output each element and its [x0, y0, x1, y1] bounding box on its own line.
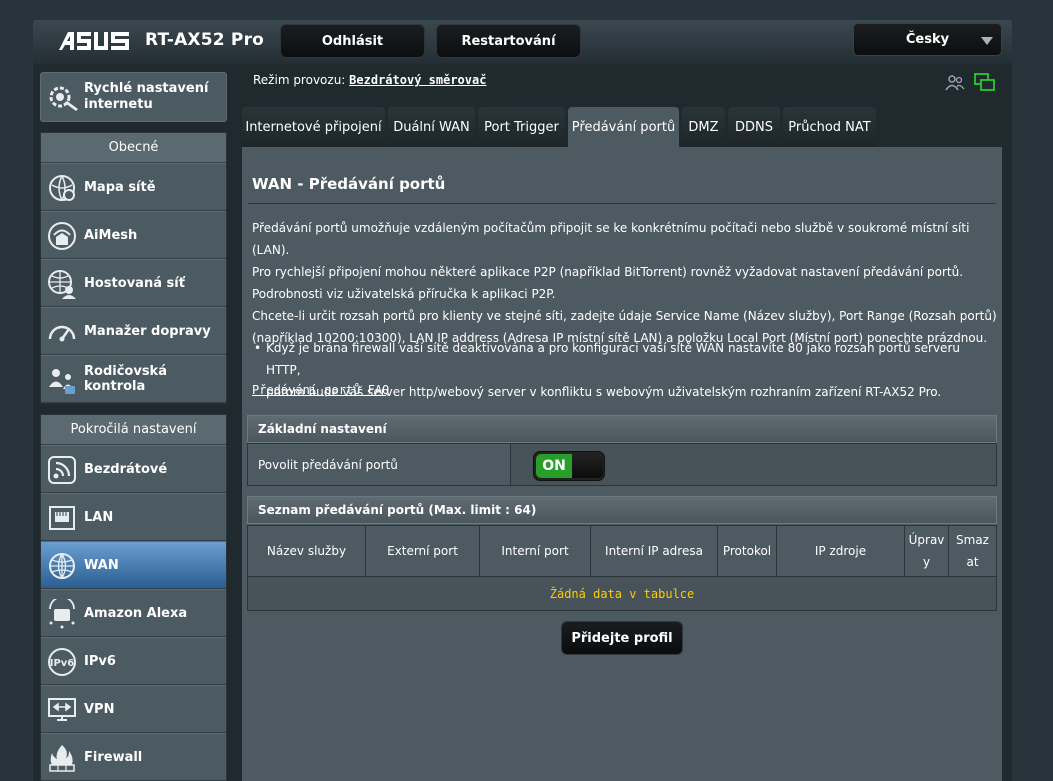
col-protocol: Protokol	[718, 526, 777, 576]
tab-port-forwarding[interactable]: Předávání portů	[568, 107, 679, 148]
description-line: Podrobnosti viz uživatelská příručka k a…	[252, 287, 556, 301]
network-map-icon	[49, 175, 75, 201]
port-forwarding-list-header: Seznam předávání portů (Max. limit : 64)	[247, 496, 997, 524]
aimesh-icon	[48, 222, 76, 250]
toggle-on-label: ON	[536, 454, 572, 478]
tab-dmz[interactable]: DMZ	[682, 107, 725, 148]
description: Předávání portů umožňuje vzdáleným počít…	[252, 217, 997, 349]
quick-setup-label: Rychlé nastavení internetu	[84, 81, 209, 112]
port-forwarding-toggle[interactable]: ON	[533, 451, 605, 481]
sidebar-item-parental-control[interactable]: Rodičovská kontrola	[41, 355, 226, 403]
faq-link[interactable]: Předávání portů FAQ	[252, 383, 389, 397]
sidebar-item-label: VPN	[84, 701, 115, 717]
sidebar-item-label: Hostovaná síť	[84, 275, 185, 291]
tab-internet-connection[interactable]: Internetové připojení	[242, 107, 385, 148]
toggle-knob	[572, 454, 603, 478]
sidebar-advanced: Pokročilá nastavení Bezdrátové LAN WAN A…	[40, 414, 227, 781]
guest-network-icon	[48, 270, 76, 299]
sidebar-item-vpn[interactable]: VPN	[41, 685, 226, 733]
col-edit: Úprav y	[905, 526, 949, 576]
page-title: WAN - Předávání portů	[252, 175, 446, 193]
sidebar-item-label: IPv6	[84, 653, 116, 669]
sidebar-item-label: Manažer dopravy	[84, 323, 211, 339]
quick-setup-button[interactable]: Rychlé nastavení internetu	[40, 72, 227, 122]
sidebar-item-label: Amazon Alexa	[84, 605, 188, 621]
sidebar-item-label: Rodičovská kontrola	[84, 364, 167, 394]
sidebar-general-title: Obecné	[41, 133, 226, 163]
sidebar-item-label: Bezdrátové	[84, 461, 168, 477]
clients-icon[interactable]	[945, 73, 965, 93]
wireless-icon	[48, 456, 76, 484]
bullet-dot: •	[254, 341, 262, 355]
sidebar-item-label: AiMesh	[84, 227, 138, 243]
firewall-icon	[49, 745, 75, 772]
vpn-icon	[48, 698, 76, 721]
enable-port-forwarding-label: Povolit předávání portů	[248, 444, 511, 485]
lan-icon	[49, 506, 75, 530]
alexa-icon	[49, 599, 75, 629]
sidebar-item-firewall[interactable]: Firewall	[41, 733, 226, 781]
quick-setup-icon	[49, 86, 78, 111]
sidebar-item-traffic-manager[interactable]: Manažer dopravy	[41, 307, 226, 355]
status-icons	[945, 73, 995, 93]
tab-dual-wan[interactable]: Duální WAN	[388, 107, 475, 148]
sidebar-item-wan[interactable]: WAN	[41, 541, 226, 589]
wan-globe-icon	[49, 553, 75, 579]
title-divider	[248, 203, 996, 204]
tab-ddns[interactable]: DDNS	[728, 107, 780, 148]
operation-mode-label: Režim provozu:	[253, 73, 346, 87]
operation-mode: Režim provozu: Bezdrátový směrovač	[253, 73, 486, 87]
warning-line: Když je brána firewall vaší sítě deaktiv…	[266, 341, 960, 377]
language-select[interactable]: Česky	[853, 23, 1002, 56]
port-forwarding-table-header: Název služby Externí port Interní port I…	[247, 525, 997, 577]
internet-status-icon[interactable]	[974, 73, 996, 93]
logout-button[interactable]: Odhlásit	[280, 24, 425, 58]
enable-port-forwarding-row: Povolit předávání portů ON	[247, 443, 997, 486]
sidebar-item-aimesh[interactable]: AiMesh	[41, 211, 226, 259]
col-internal-port: Interní port	[480, 526, 591, 576]
empty-table-message: Žádná data v tabulce	[247, 577, 997, 611]
basic-settings-header: Základní nastavení	[247, 415, 997, 443]
asus-logo	[59, 32, 129, 50]
col-delete: Smaz at	[949, 526, 996, 576]
operation-mode-link[interactable]: Bezdrátový směrovač	[349, 73, 486, 87]
svg-text:IPv6: IPv6	[50, 658, 75, 669]
traffic-manager-icon	[48, 325, 76, 342]
col-internal-ip: Interní IP adresa	[591, 526, 718, 576]
language-value: Česky	[905, 32, 950, 47]
sidebar-item-network-map[interactable]: Mapa sítě	[41, 163, 226, 211]
add-profile-button[interactable]: Přidejte profil	[561, 621, 683, 655]
col-service-name: Název služby	[248, 526, 366, 576]
sidebar-item-wireless[interactable]: Bezdrátové	[41, 445, 226, 493]
description-line: Chcete-li určit rozsah portů pro klienty…	[252, 309, 997, 323]
sidebar-item-label: Firewall	[84, 749, 143, 765]
router-model: RT-AX52 Pro	[145, 30, 265, 50]
col-source-ip: IP zdroje	[777, 526, 905, 576]
parental-control-icon	[49, 369, 75, 394]
sidebar-item-label: Mapa sítě	[84, 179, 156, 195]
sidebar-item-ipv6[interactable]: IPv6 IPv6	[41, 637, 226, 685]
sidebar-item-amazon-alexa[interactable]: Amazon Alexa	[41, 589, 226, 637]
col-external-port: Externí port	[366, 526, 480, 576]
main-panel: WAN - Předávání portů Předávání portů um…	[242, 147, 1002, 781]
description-line: Pro rychlejší připojení mohou některé ap…	[252, 265, 964, 279]
restart-button[interactable]: Restartování	[436, 24, 581, 58]
chevron-down-icon	[981, 37, 993, 45]
sidebar-item-guest-network[interactable]: Hostovaná síť	[41, 259, 226, 307]
sidebar-advanced-title: Pokročilá nastavení	[41, 415, 226, 445]
tab-nat-passthrough[interactable]: Průchod NAT	[783, 107, 876, 148]
sidebar-item-label: LAN	[84, 509, 114, 525]
sidebar-item-lan[interactable]: LAN	[41, 493, 226, 541]
ipv6-icon: IPv6	[48, 648, 76, 676]
top-header: RT-AX52 Pro Odhlásit Restartování Česky	[33, 20, 1012, 64]
tab-port-trigger[interactable]: Port Trigger	[478, 107, 565, 148]
sidebar-item-label: WAN	[84, 557, 119, 573]
description-line: Předávání portů umožňuje vzdáleným počít…	[252, 221, 970, 257]
sidebar-general: Obecné Mapa sítě AiMesh Hostovaná síť Ma…	[40, 132, 227, 404]
